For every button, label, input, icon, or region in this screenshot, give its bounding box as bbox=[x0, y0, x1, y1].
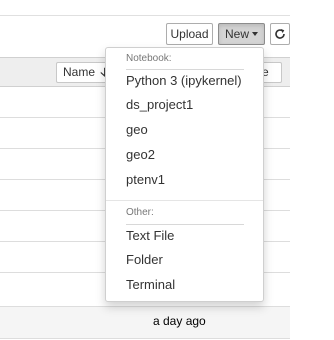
menu-item-ds-project1[interactable]: ds_project1 bbox=[126, 97, 193, 112]
notebook-file-browser: Upload New Name 🡣 ze a day ago bbox=[0, 0, 334, 340]
notebook-section-header: Notebook: bbox=[126, 53, 172, 64]
menu-divider bbox=[106, 200, 263, 201]
new-dropdown-menu: Notebook: Python 3 (ipykernel) ds_projec… bbox=[105, 47, 264, 302]
menu-item-ptenv1[interactable]: ptenv1 bbox=[126, 172, 165, 187]
section-divider bbox=[126, 224, 244, 225]
new-button[interactable]: New bbox=[218, 23, 265, 45]
other-section-header: Other: bbox=[126, 207, 154, 218]
sort-name-label: Name bbox=[63, 65, 96, 79]
menu-item-geo[interactable]: geo bbox=[126, 122, 148, 137]
new-button-label: New bbox=[224, 27, 249, 41]
menu-item-terminal[interactable]: Terminal bbox=[126, 277, 175, 292]
table-row[interactable]: a day ago bbox=[0, 306, 290, 339]
section-divider bbox=[126, 69, 244, 70]
upload-button[interactable]: Upload bbox=[166, 23, 213, 45]
caret-down-icon bbox=[252, 32, 258, 36]
last-modified-text: a day ago bbox=[153, 314, 206, 328]
menu-item-text-file[interactable]: Text File bbox=[126, 228, 174, 243]
menu-item-geo2[interactable]: geo2 bbox=[126, 147, 155, 162]
refresh-button[interactable] bbox=[270, 23, 290, 45]
refresh-icon bbox=[271, 28, 289, 40]
menu-item-python3-kernel[interactable]: Python 3 (ipykernel) bbox=[126, 73, 242, 88]
menu-item-folder[interactable]: Folder bbox=[126, 252, 163, 267]
top-divider bbox=[0, 15, 290, 16]
